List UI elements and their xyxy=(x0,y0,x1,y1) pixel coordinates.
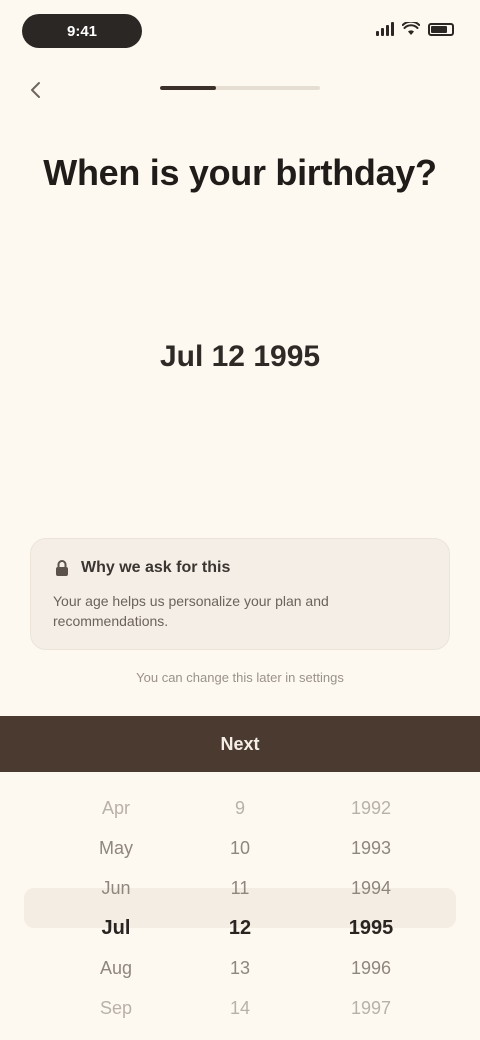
status-bar: 9:41 xyxy=(0,0,480,64)
day-option[interactable]: 9 xyxy=(235,788,245,828)
day-option[interactable]: 13 xyxy=(230,948,250,988)
month-option[interactable]: May xyxy=(99,828,133,868)
month-option[interactable]: Sep xyxy=(100,988,132,1028)
onboarding-progress-bar xyxy=(160,86,320,90)
year-option[interactable]: 1997 xyxy=(351,988,391,1028)
day-option[interactable]: 14 xyxy=(230,988,250,1028)
wifi-icon xyxy=(402,22,420,35)
status-icons xyxy=(376,22,454,36)
info-card: Why we ask for this Your age helps us pe… xyxy=(30,538,450,650)
day-option-selected[interactable]: 12 xyxy=(229,908,251,948)
info-card-title: Why we ask for this xyxy=(81,559,231,576)
back-button[interactable] xyxy=(18,72,54,108)
info-card-header: Why we ask for this xyxy=(53,559,427,577)
top-nav xyxy=(0,64,480,112)
month-option-selected[interactable]: Jul xyxy=(102,908,131,948)
month-option[interactable]: Jun xyxy=(101,868,130,908)
page-title: When is your birthday? xyxy=(43,152,437,193)
day-option[interactable]: 11 xyxy=(231,868,250,908)
year-option[interactable]: 1993 xyxy=(351,828,391,868)
year-option[interactable]: 1992 xyxy=(351,788,391,828)
year-option[interactable]: 1994 xyxy=(351,868,391,908)
month-option[interactable]: Aug xyxy=(100,948,132,988)
chevron-left-icon xyxy=(31,82,40,98)
year-option-selected[interactable]: 1995 xyxy=(349,908,394,948)
status-time-pill: 9:41 xyxy=(22,14,142,48)
battery-icon xyxy=(428,22,454,36)
selected-date-display: Jul 12 1995 xyxy=(159,340,321,373)
status-time: 9:41 xyxy=(66,22,98,40)
progress-fill xyxy=(160,86,216,90)
year-wheel[interactable]: 1992 1993 1994 1995 1996 1997 xyxy=(316,788,426,1028)
signal-icon xyxy=(376,22,394,36)
next-button[interactable]: Next xyxy=(0,716,480,772)
year-option[interactable]: 1996 xyxy=(351,948,391,988)
day-option[interactable]: 10 xyxy=(230,828,250,868)
hint-text: You can change this later in settings xyxy=(136,670,344,685)
info-card-body: Your age helps us personalize your plan … xyxy=(53,593,329,629)
day-wheel[interactable]: 9 10 11 12 13 14 xyxy=(205,788,275,1028)
lock-icon xyxy=(56,560,68,576)
month-wheel[interactable]: Apr May Jun Jul Aug Sep xyxy=(56,788,176,1028)
month-option[interactable]: Apr xyxy=(102,788,130,828)
date-picker[interactable]: Apr May Jun Jul Aug Sep 9 10 11 12 13 14… xyxy=(0,772,480,1040)
